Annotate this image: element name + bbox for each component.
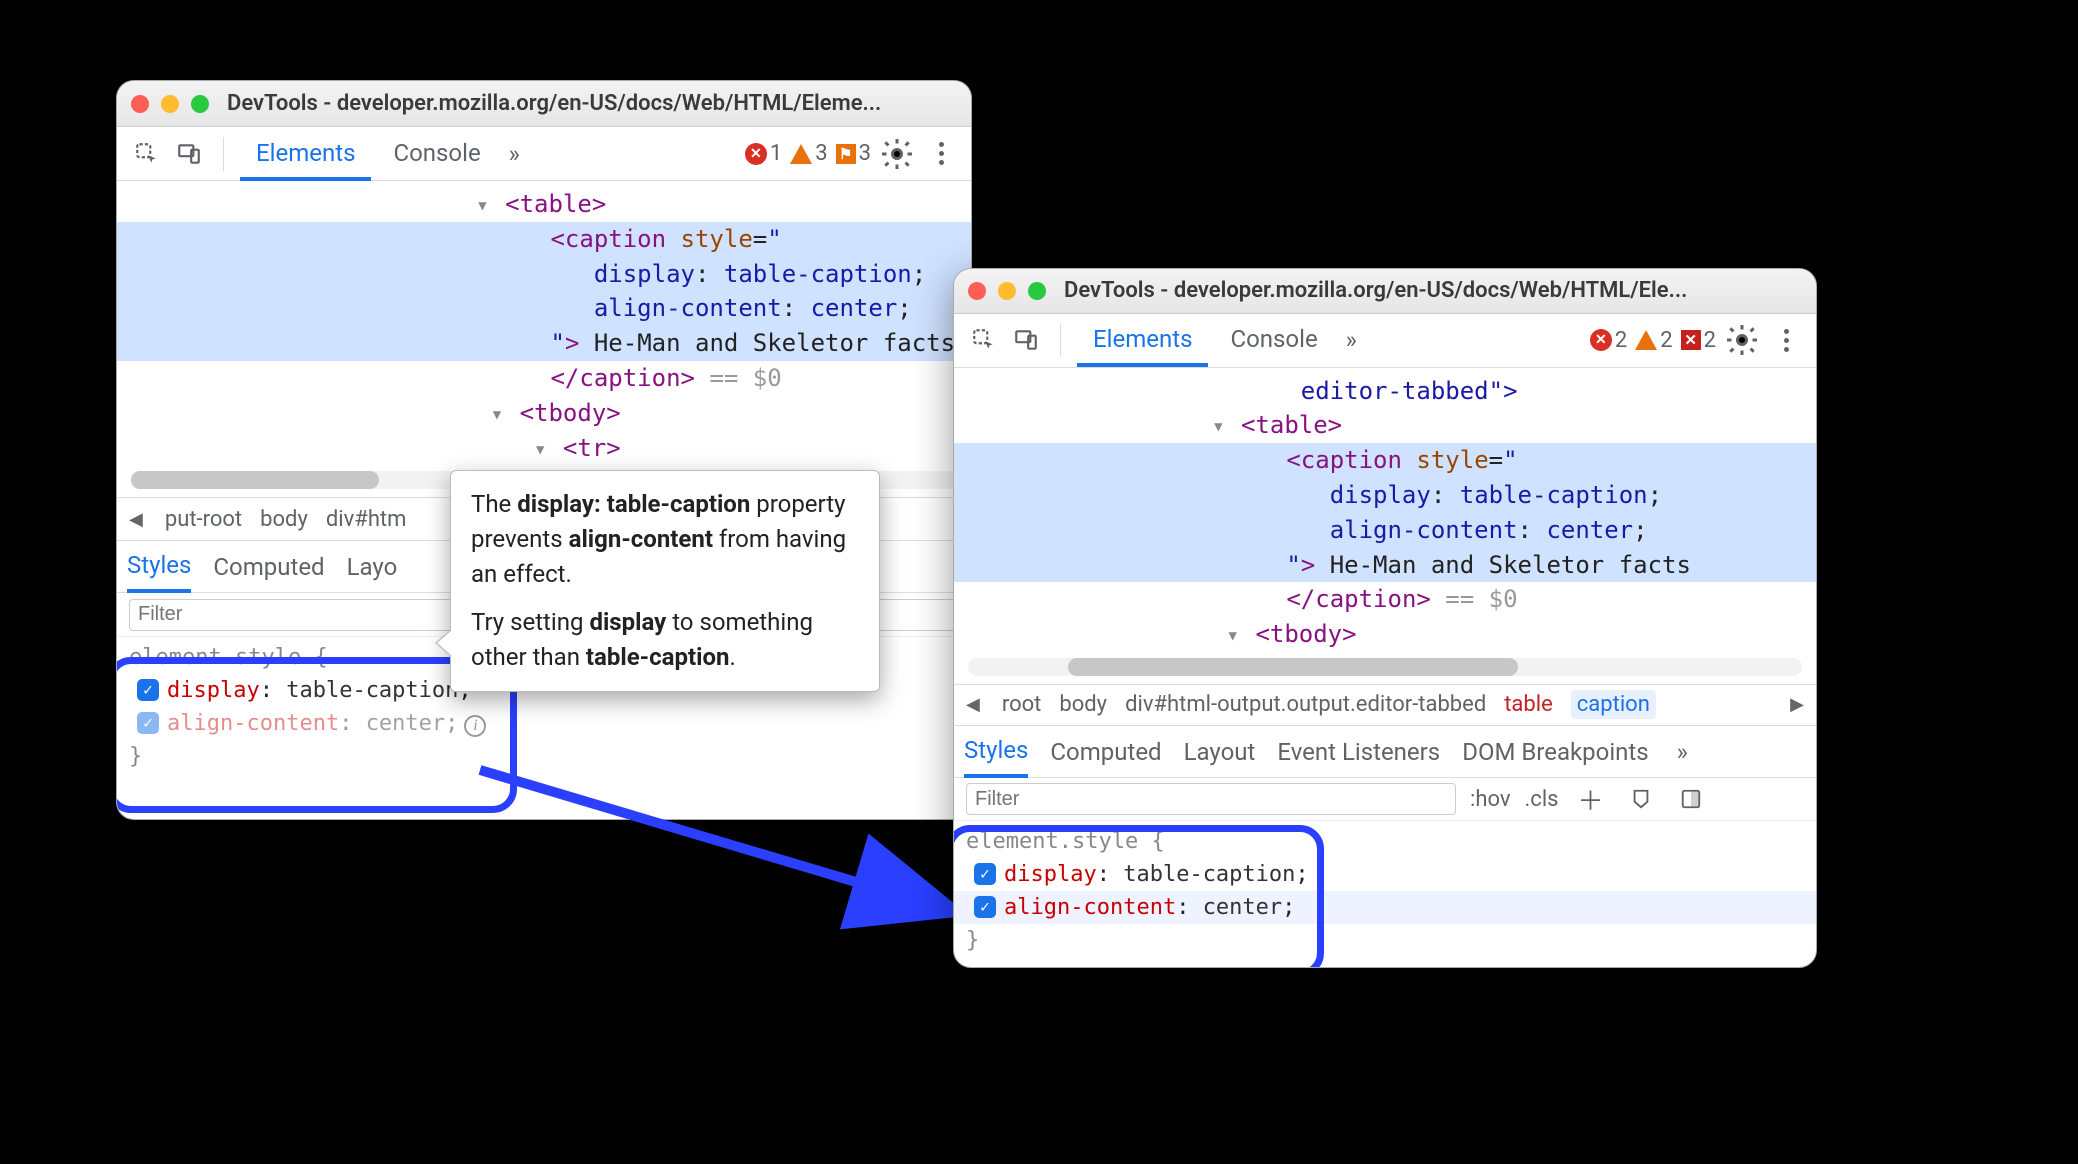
property-checkbox[interactable]: ✓ xyxy=(137,679,159,701)
css-brace: } xyxy=(966,924,1804,957)
gear-icon[interactable] xyxy=(1724,322,1760,358)
subtab-layout[interactable]: Layo xyxy=(347,553,398,581)
warnings-badge[interactable]: 3 xyxy=(790,141,827,166)
crumb[interactable]: root xyxy=(1002,692,1042,717)
devtools-toolbar: Elements Console » ✕1 3 ⚑3 xyxy=(117,127,971,181)
crumb[interactable]: body xyxy=(1059,692,1107,717)
inspect-icon[interactable] xyxy=(966,322,1002,358)
dom-tree[interactable]: ▼ <table> <caption style=" display: tabl… xyxy=(117,181,971,465)
minimize-dot[interactable] xyxy=(998,282,1016,300)
tab-console[interactable]: Console xyxy=(1214,313,1333,367)
crumb[interactable]: div#html-output.output.editor-tabbed xyxy=(1125,692,1486,717)
breadcrumb-left-icon[interactable]: ◀ xyxy=(125,505,147,534)
devtools-window-left: DevTools - developer.mozilla.org/en-US/d… xyxy=(116,80,972,820)
subtab-layout[interactable]: Layout xyxy=(1184,738,1256,766)
breadcrumbs[interactable]: ◀ root body div#html-output.output.edito… xyxy=(954,684,1816,727)
breadcrumb-right-icon[interactable]: ▶ xyxy=(1786,690,1808,719)
css-declaration-align-content[interactable]: ✓align-content: center; xyxy=(954,891,1816,924)
tab-elements[interactable]: Elements xyxy=(1077,313,1208,367)
new-rule-icon[interactable]: ＋ xyxy=(1573,781,1609,817)
crumb[interactable]: div#htm xyxy=(326,507,407,532)
titlebar: DevTools - developer.mozilla.org/en-US/d… xyxy=(117,81,971,127)
styles-filter-row: :hov .cls ＋ xyxy=(954,778,1816,821)
zoom-dot[interactable] xyxy=(1028,282,1046,300)
device-toggle-icon[interactable] xyxy=(171,136,207,172)
computed-toggle-icon[interactable] xyxy=(1673,781,1709,817)
toolbar-badges: ✕1 3 ⚑3 xyxy=(745,136,959,172)
css-selector: element.style { xyxy=(966,825,1804,858)
crumb[interactable]: body xyxy=(260,507,308,532)
more-subtabs-chevron-icon[interactable]: » xyxy=(1671,738,1694,766)
subtab-dom-breakpoints[interactable]: DOM Breakpoints xyxy=(1462,738,1648,766)
info-icon[interactable]: i xyxy=(464,715,486,737)
property-checkbox[interactable]: ✓ xyxy=(974,896,996,918)
gear-icon[interactable] xyxy=(879,136,915,172)
rendering-icon[interactable] xyxy=(1623,781,1659,817)
dom-horizontal-scrollbar[interactable] xyxy=(968,658,1802,675)
device-toggle-icon[interactable] xyxy=(1008,322,1044,358)
tab-elements[interactable]: Elements xyxy=(240,127,371,181)
subtab-computed[interactable]: Computed xyxy=(1050,738,1161,766)
styles-filter-input[interactable] xyxy=(966,783,1456,815)
tab-console[interactable]: Console xyxy=(377,127,496,181)
close-dot[interactable] xyxy=(131,95,149,113)
property-checkbox[interactable]: ✓ xyxy=(137,712,159,734)
window-title: DevTools - developer.mozilla.org/en-US/d… xyxy=(1064,278,1687,303)
devtools-window-right: DevTools - developer.mozilla.org/en-US/d… xyxy=(953,268,1817,968)
subtab-event-listeners[interactable]: Event Listeners xyxy=(1277,738,1440,766)
inspect-icon[interactable] xyxy=(129,136,165,172)
warnings-badge[interactable]: 2 xyxy=(1635,328,1672,353)
issues-badge[interactable]: ✕2 xyxy=(1681,328,1716,353)
subtab-computed[interactable]: Computed xyxy=(213,553,324,581)
styles-subtabs: Styles Computed Layout Event Listeners D… xyxy=(954,726,1816,778)
errors-badge[interactable]: ✕1 xyxy=(745,141,782,166)
more-tabs-chevron-icon[interactable]: » xyxy=(503,140,526,168)
css-declaration-align-content[interactable]: ✓align-content: center;i xyxy=(129,707,959,740)
property-tooltip: The display: table-caption property prev… xyxy=(450,470,880,692)
zoom-dot[interactable] xyxy=(191,95,209,113)
devtools-toolbar: Elements Console » ✕2 2 ✕2 xyxy=(954,314,1816,368)
property-checkbox[interactable]: ✓ xyxy=(974,863,996,885)
toolbar-badges: ✕2 2 ✕2 xyxy=(1590,322,1804,358)
errors-badge[interactable]: ✕2 xyxy=(1590,328,1627,353)
minimize-dot[interactable] xyxy=(161,95,179,113)
crumb[interactable]: table xyxy=(1504,692,1553,717)
crumb[interactable]: put-root xyxy=(165,507,242,532)
subtab-styles[interactable]: Styles xyxy=(127,541,191,593)
breadcrumb-left-icon[interactable]: ◀ xyxy=(962,690,984,719)
issues-badge[interactable]: ⚑3 xyxy=(836,141,871,166)
css-brace: } xyxy=(129,740,959,773)
kebab-icon[interactable] xyxy=(1768,322,1804,358)
styles-block[interactable]: element.style { ✓display: table-caption;… xyxy=(954,821,1816,967)
crumb-selected[interactable]: caption xyxy=(1571,690,1656,719)
subtab-styles[interactable]: Styles xyxy=(964,726,1028,778)
css-declaration-display[interactable]: ✓display: table-caption; xyxy=(966,858,1804,891)
hov-toggle[interactable]: :hov xyxy=(1470,787,1511,812)
close-dot[interactable] xyxy=(968,282,986,300)
traffic-lights xyxy=(131,95,209,113)
more-tabs-chevron-icon[interactable]: » xyxy=(1340,326,1363,354)
titlebar: DevTools - developer.mozilla.org/en-US/d… xyxy=(954,269,1816,314)
cls-toggle[interactable]: .cls xyxy=(1525,787,1559,812)
window-title: DevTools - developer.mozilla.org/en-US/d… xyxy=(227,91,881,116)
traffic-lights xyxy=(968,282,1046,300)
dom-tree[interactable]: editor-tabbed"> ▼ <table> <caption style… xyxy=(954,368,1816,652)
kebab-icon[interactable] xyxy=(923,136,959,172)
